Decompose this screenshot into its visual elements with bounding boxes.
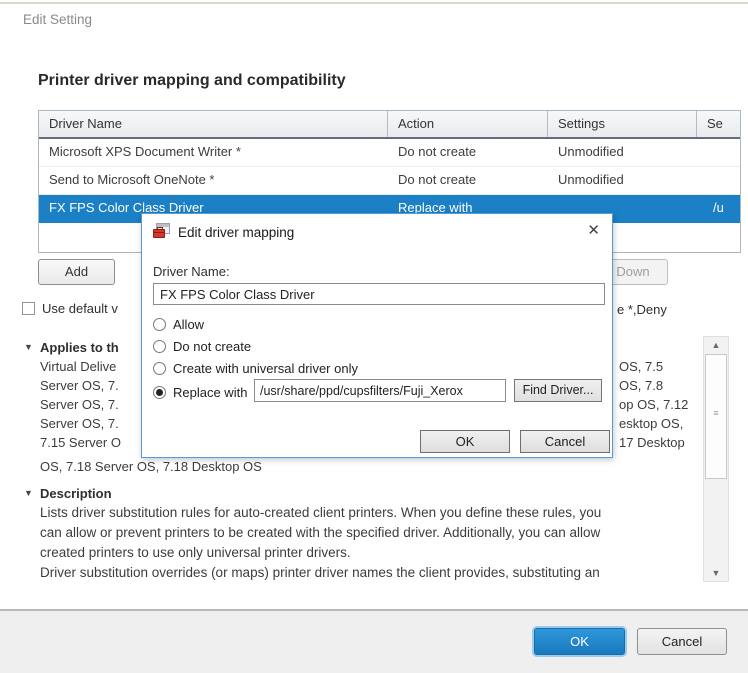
cell-settings: Unmodified: [548, 139, 697, 166]
column-header-action[interactable]: Action: [388, 111, 548, 137]
use-default-label: Use default v: [42, 301, 118, 316]
description-collapse-icon[interactable]: ▼: [24, 488, 33, 498]
column-header-settings[interactable]: Settings: [548, 111, 697, 137]
radio-label: Do not create: [173, 339, 251, 354]
table-row[interactable]: Send to Microsoft OneNote * Do not creat…: [39, 167, 740, 195]
dialog-title: Edit driver mapping: [178, 225, 294, 240]
radio-option-replace-with[interactable]: Replace with: [153, 385, 247, 401]
radio-option-allow[interactable]: Allow: [153, 317, 204, 333]
window-title: Edit Setting: [23, 12, 92, 27]
cell-action: Do not create: [388, 167, 548, 194]
applies-line-right: 17 Desktop: [619, 435, 685, 450]
driver-name-input[interactable]: [153, 283, 605, 305]
close-icon[interactable]: ✕: [587, 222, 600, 240]
content-scrollbar[interactable]: ▲ ≡ ▼: [703, 336, 729, 582]
applies-line: Server OS, 7.: [40, 378, 119, 393]
radio-label: Allow: [173, 317, 204, 332]
applies-last-line: OS, 7.18 Server OS, 7.18 Desktop OS: [40, 459, 262, 474]
scrollbar-thumb[interactable]: ≡: [705, 354, 727, 479]
cell-server: [697, 139, 740, 166]
edit-setting-window: Edit Setting Printer driver mapping and …: [0, 0, 748, 673]
cell-settings: Unmodified: [548, 167, 697, 194]
radio-option-universal-only[interactable]: Create with universal driver only: [153, 361, 358, 377]
scroll-down-icon[interactable]: ▼: [704, 565, 728, 581]
driver-name-label: Driver Name:: [153, 264, 230, 279]
cell-server: [697, 167, 740, 194]
cell-driver-name: Send to Microsoft OneNote *: [39, 167, 388, 194]
page-title: Printer driver mapping and compatibility: [38, 72, 346, 90]
applies-line-right: OS, 7.5: [619, 359, 663, 374]
radio-icon[interactable]: [153, 318, 166, 331]
dialog-cancel-button[interactable]: Cancel: [520, 430, 610, 453]
ok-button[interactable]: OK: [534, 628, 625, 655]
applies-to-title[interactable]: Applies to th: [40, 340, 119, 355]
description-line: created printers to use only universal p…: [40, 545, 351, 560]
window-top-divider: [0, 2, 748, 4]
column-header-driver-name[interactable]: Driver Name: [39, 111, 388, 137]
edit-driver-mapping-dialog: Edit driver mapping ✕ Driver Name: Allow…: [141, 213, 613, 458]
applies-line: 7.15 Server O: [40, 435, 121, 450]
use-default-checkbox[interactable]: [22, 302, 35, 315]
radio-icon[interactable]: [153, 362, 166, 375]
scrollbar-grip-icon: ≡: [706, 409, 726, 418]
cancel-button[interactable]: Cancel: [637, 628, 727, 655]
add-button[interactable]: Add: [38, 259, 115, 285]
driver-mapping-icon: [153, 223, 171, 240]
description-line: Driver substitution overrides (or maps) …: [40, 565, 600, 580]
scroll-up-icon[interactable]: ▲: [704, 337, 728, 353]
cell-action: Do not create: [388, 139, 548, 166]
description-title[interactable]: Description: [40, 486, 112, 501]
radio-label: Replace with: [173, 385, 247, 400]
description-line: can allow or prevent printers to be crea…: [40, 525, 600, 540]
replace-path-input[interactable]: [254, 379, 506, 402]
radio-label: Create with universal driver only: [173, 361, 358, 376]
cell-server: /u: [697, 195, 740, 222]
radio-selected-icon[interactable]: [153, 386, 166, 399]
table-row[interactable]: Microsoft XPS Document Writer * Do not c…: [39, 139, 740, 167]
radio-option-do-not-create[interactable]: Do not create: [153, 339, 251, 355]
column-header-server[interactable]: Se: [697, 111, 740, 137]
applies-line-right: esktop OS,: [619, 416, 683, 431]
table-header-row: Driver Name Action Settings Se: [39, 111, 740, 139]
applies-line: Virtual Delive: [40, 359, 116, 374]
applies-line: Server OS, 7.: [40, 416, 119, 431]
use-default-label-right: e *,Deny: [617, 302, 667, 317]
applies-line-right: OS, 7.8: [619, 378, 663, 393]
applies-line-right: op OS, 7.12: [619, 397, 688, 412]
find-driver-button[interactable]: Find Driver...: [514, 379, 602, 402]
cell-driver-name: Microsoft XPS Document Writer *: [39, 139, 388, 166]
applies-line: Server OS, 7.: [40, 397, 119, 412]
description-line: Lists driver substitution rules for auto…: [40, 505, 601, 520]
radio-icon[interactable]: [153, 340, 166, 353]
applies-to-collapse-icon[interactable]: ▼: [24, 342, 33, 352]
dialog-ok-button[interactable]: OK: [420, 430, 510, 453]
footer-bar: [0, 609, 748, 673]
